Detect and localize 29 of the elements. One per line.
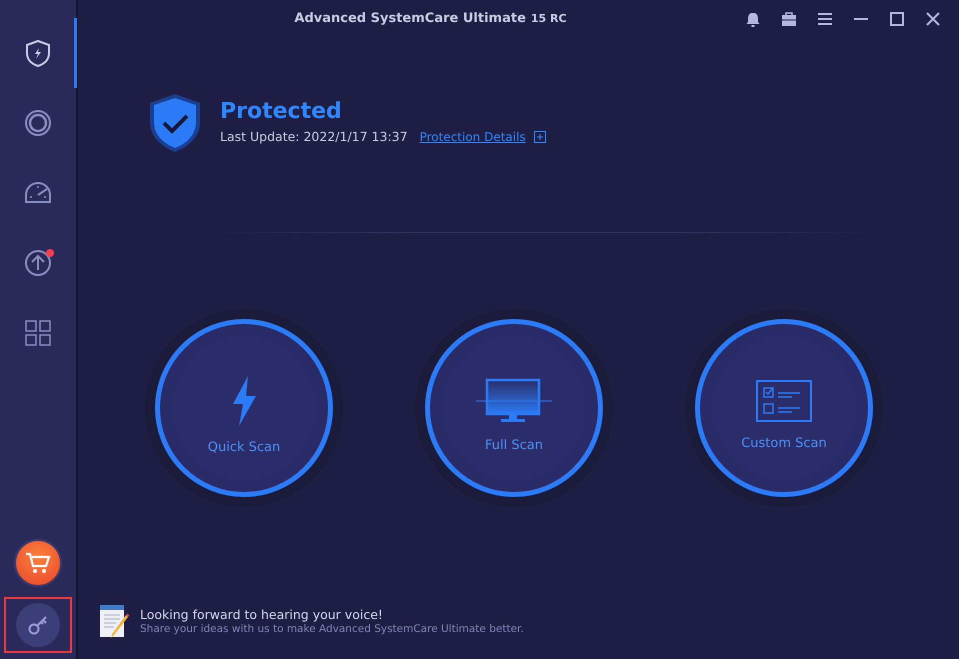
feedback-subtitle: Share your ideas with us to make Advanced SystemCare Ultimate better. (140, 622, 524, 637)
lightning-icon (230, 376, 258, 426)
shield-icon (23, 38, 53, 68)
key-icon (27, 614, 49, 636)
protection-details-link[interactable]: Protection Details (420, 128, 526, 146)
ring-icon (23, 108, 53, 138)
minimize-icon (852, 18, 870, 20)
monitor-icon (476, 378, 552, 424)
close-icon (924, 10, 942, 28)
cart-icon (25, 551, 51, 575)
last-update-text: Last Update: 2022/1/17 13:37 (220, 128, 408, 146)
grid-icon (23, 318, 53, 348)
scan-button[interactable]: Custom Scan (685, 309, 883, 507)
expand-icon[interactable] (534, 131, 546, 144)
menu-icon (816, 10, 834, 28)
status-title: Protected (220, 100, 343, 124)
notepad-pencil-icon (98, 603, 132, 641)
briefcase-icon (780, 10, 798, 28)
scan-button[interactable]: Full Scan (415, 309, 613, 507)
license-key-button[interactable] (16, 603, 60, 647)
bell-icon (744, 10, 762, 28)
version-label: 15 RC (530, 11, 567, 28)
maximize-icon (888, 10, 906, 28)
shop-button[interactable] (14, 539, 62, 587)
upload-icon (23, 248, 53, 278)
checklist-icon (756, 380, 812, 422)
window-title: Advanced SystemCare Ultimate (294, 10, 526, 28)
feedback-title: Looking forward to hearing your voice! (140, 606, 384, 622)
scan-button[interactable]: Quick Scan (145, 309, 343, 507)
